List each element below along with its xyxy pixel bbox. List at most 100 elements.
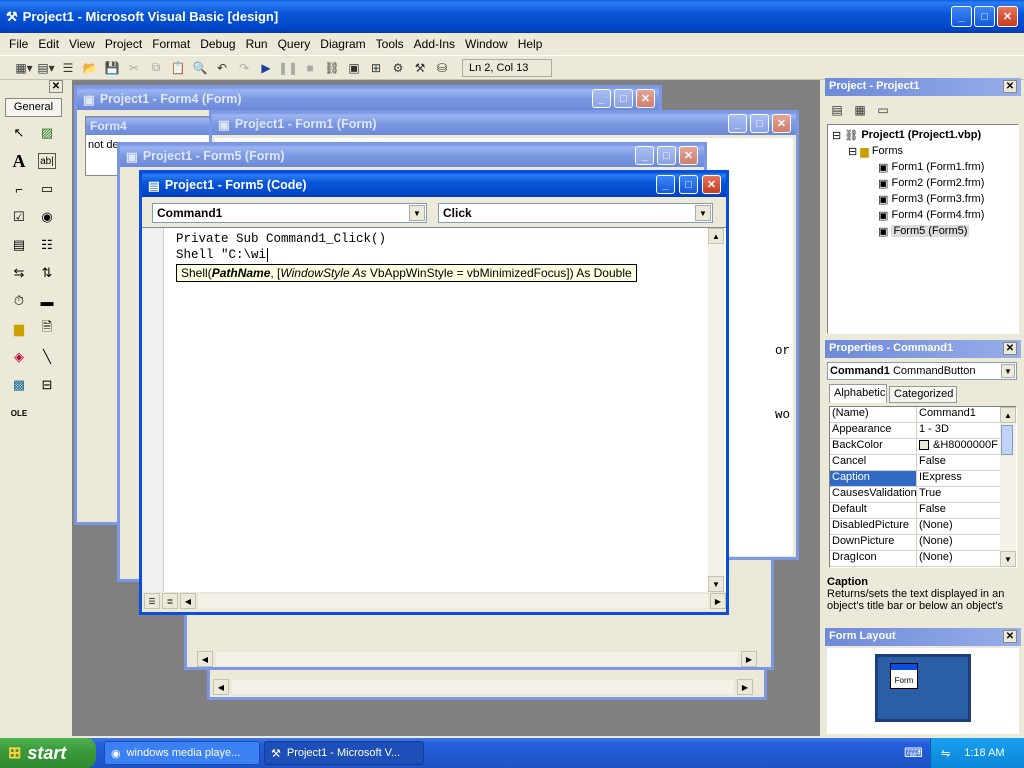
filelistbox-icon[interactable]: 🗎 — [36, 318, 58, 340]
close-button[interactable]: ✕ — [997, 6, 1018, 27]
scroll-down-icon[interactable]: ▼ — [708, 576, 724, 592]
menu-window[interactable]: Window — [460, 37, 513, 51]
project-close-icon[interactable]: ✕ — [1003, 80, 1017, 93]
timer-icon[interactable]: ⏱ — [8, 290, 30, 312]
menu-editor-icon[interactable]: ☰ — [58, 58, 78, 78]
menu-view[interactable]: View — [64, 37, 100, 51]
form5-minimize-button[interactable]: _ — [635, 146, 654, 165]
form-layout-close-icon[interactable]: ✕ — [1003, 630, 1017, 643]
scroll-up-icon[interactable]: ▲ — [1000, 407, 1016, 423]
network-icon[interactable]: ⇋ — [941, 747, 950, 760]
menu-file[interactable]: File — [4, 37, 33, 51]
vscrollbar-icon[interactable]: ⇅ — [36, 262, 58, 284]
property-row[interactable]: Caption IExpress — [830, 471, 1000, 487]
cut-icon[interactable]: ✂ — [124, 58, 144, 78]
toolbox-close-icon[interactable]: ✕ — [49, 80, 63, 93]
minimize-button[interactable]: _ — [951, 6, 972, 27]
full-module-view-icon[interactable]: ≣ — [162, 593, 178, 609]
clock[interactable]: 1:18 AM — [964, 747, 1004, 759]
scroll-right-icon[interactable]: ▶ — [710, 593, 726, 609]
chevron-down-icon[interactable]: ▼ — [409, 205, 425, 221]
form5-close-button[interactable]: ✕ — [679, 146, 698, 165]
property-row[interactable]: (Name) Command1 — [830, 407, 1000, 423]
taskbar-item-vb[interactable]: ⚒ Project1 - Microsoft V... — [264, 741, 424, 765]
minus-icon[interactable]: ⊟ — [832, 129, 841, 142]
toolbox-tab-general[interactable]: General — [5, 98, 62, 117]
menu-tools[interactable]: Tools — [371, 37, 409, 51]
property-value[interactable]: (None) — [917, 535, 1000, 550]
menu-help[interactable]: Help — [513, 37, 548, 51]
textbox-icon[interactable]: ab| — [38, 153, 56, 169]
run-icon[interactable]: ▶ — [256, 58, 276, 78]
scroll-left-icon[interactable]: ◀ — [213, 679, 229, 695]
optionbutton-icon[interactable]: ◉ — [36, 206, 58, 228]
form4-minimize-button[interactable]: _ — [592, 89, 611, 108]
menu-project[interactable]: Project — [100, 37, 147, 51]
data-icon[interactable]: ⊟ — [36, 374, 58, 396]
paste-icon[interactable]: 📋 — [168, 58, 188, 78]
end-icon[interactable]: ■ — [300, 58, 320, 78]
data-view-icon[interactable]: ⛁ — [432, 58, 452, 78]
procedure-combo[interactable]: Click ▼ — [438, 203, 713, 223]
start-button[interactable]: ⊞ start — [0, 738, 96, 768]
tree-root[interactable]: ⊟ ⛓ Project1 (Project1.vbp) — [832, 127, 1014, 143]
property-row[interactable]: Appearance 1 - 3D — [830, 423, 1000, 439]
form1-minimize-button[interactable]: _ — [728, 114, 747, 133]
break-icon[interactable]: ❚❚ — [278, 58, 298, 78]
image-icon[interactable]: ▩ — [8, 374, 30, 396]
form-preview[interactable]: Form — [890, 663, 918, 689]
property-value[interactable]: &H8000000F — [917, 439, 1000, 454]
procedure-view-icon[interactable]: ☰ — [144, 593, 160, 609]
menu-run[interactable]: Run — [241, 37, 273, 51]
chevron-down-icon[interactable]: ▼ — [1001, 364, 1015, 378]
view-code-icon[interactable]: ▤ — [827, 100, 847, 120]
form-layout-icon[interactable]: ⊞ — [366, 58, 386, 78]
taskbar-item-media[interactable]: ◉ windows media playe... — [104, 741, 260, 765]
property-value[interactable]: False — [917, 455, 1000, 470]
code-window[interactable]: ▤ Project1 - Form5 (Code) _ □ ✕ Command1… — [139, 170, 729, 615]
property-row[interactable]: DownPicture (None) — [830, 535, 1000, 551]
tab-categorized[interactable]: Categorized — [889, 386, 957, 403]
object-browser-icon[interactable]: ⚙ — [388, 58, 408, 78]
property-value[interactable]: 1 - 3D — [917, 423, 1000, 438]
view-object-icon[interactable]: ▦ — [850, 100, 870, 120]
scroll-left-icon[interactable]: ◀ — [197, 651, 213, 667]
picturebox-icon[interactable]: ▨ — [36, 122, 58, 144]
tree-item-selected[interactable]: ▣ Form5 (Form5) — [832, 223, 1014, 239]
add-project-icon[interactable]: ▦▾ — [14, 58, 34, 78]
menu-diagram[interactable]: Diagram — [315, 37, 370, 51]
find-icon[interactable]: 🔍 — [190, 58, 210, 78]
form5-maximize-button[interactable]: □ — [657, 146, 676, 165]
scroll-left-icon[interactable]: ◀ — [180, 593, 196, 609]
commandbutton-icon[interactable]: ▭ — [36, 178, 58, 200]
project-explorer-icon[interactable]: ⛓ — [322, 58, 342, 78]
save-icon[interactable]: 💾 — [102, 58, 122, 78]
code-minimize-button[interactable]: _ — [656, 175, 675, 194]
menu-query[interactable]: Query — [273, 37, 316, 51]
undo-icon[interactable]: ↶ — [212, 58, 232, 78]
menu-addins[interactable]: Add-Ins — [409, 37, 460, 51]
scroll-right-icon[interactable]: ▶ — [741, 651, 757, 667]
properties-close-icon[interactable]: ✕ — [1003, 342, 1017, 355]
property-value[interactable]: (None) — [917, 551, 1000, 566]
object-combo[interactable]: Command1 ▼ — [152, 203, 427, 223]
tree-item[interactable]: ▣ Form3 (Form3.frm) — [832, 191, 1014, 207]
scroll-right-icon[interactable]: ▶ — [737, 679, 753, 695]
properties-object-combo[interactable]: Command1 CommandButton ▼ — [827, 362, 1017, 380]
toolbox-icon[interactable]: ⚒ — [410, 58, 430, 78]
open-icon[interactable]: 📂 — [80, 58, 100, 78]
property-value[interactable]: IExpress — [917, 471, 1000, 486]
shape-icon[interactable]: ◈ — [8, 346, 30, 368]
tree-item[interactable]: ▣ Form2 (Form2.frm) — [832, 175, 1014, 191]
properties-scrollbar[interactable]: ▲ ▼ — [1000, 407, 1016, 567]
scroll-up-icon[interactable]: ▲ — [708, 228, 724, 244]
form4-close-button[interactable]: ✕ — [636, 89, 655, 108]
toggle-folders-icon[interactable]: ▭ — [873, 100, 893, 120]
checkbox-icon[interactable]: ☑ — [8, 206, 30, 228]
minus-icon[interactable]: ⊟ — [848, 145, 857, 158]
chevron-down-icon[interactable]: ▼ — [695, 205, 711, 221]
tree-item[interactable]: ▣ Form4 (Form4.frm) — [832, 207, 1014, 223]
code-maximize-button[interactable]: □ — [679, 175, 698, 194]
tree-item[interactable]: ▣ Form1 (Form1.frm) — [832, 159, 1014, 175]
maximize-button[interactable]: □ — [974, 6, 995, 27]
